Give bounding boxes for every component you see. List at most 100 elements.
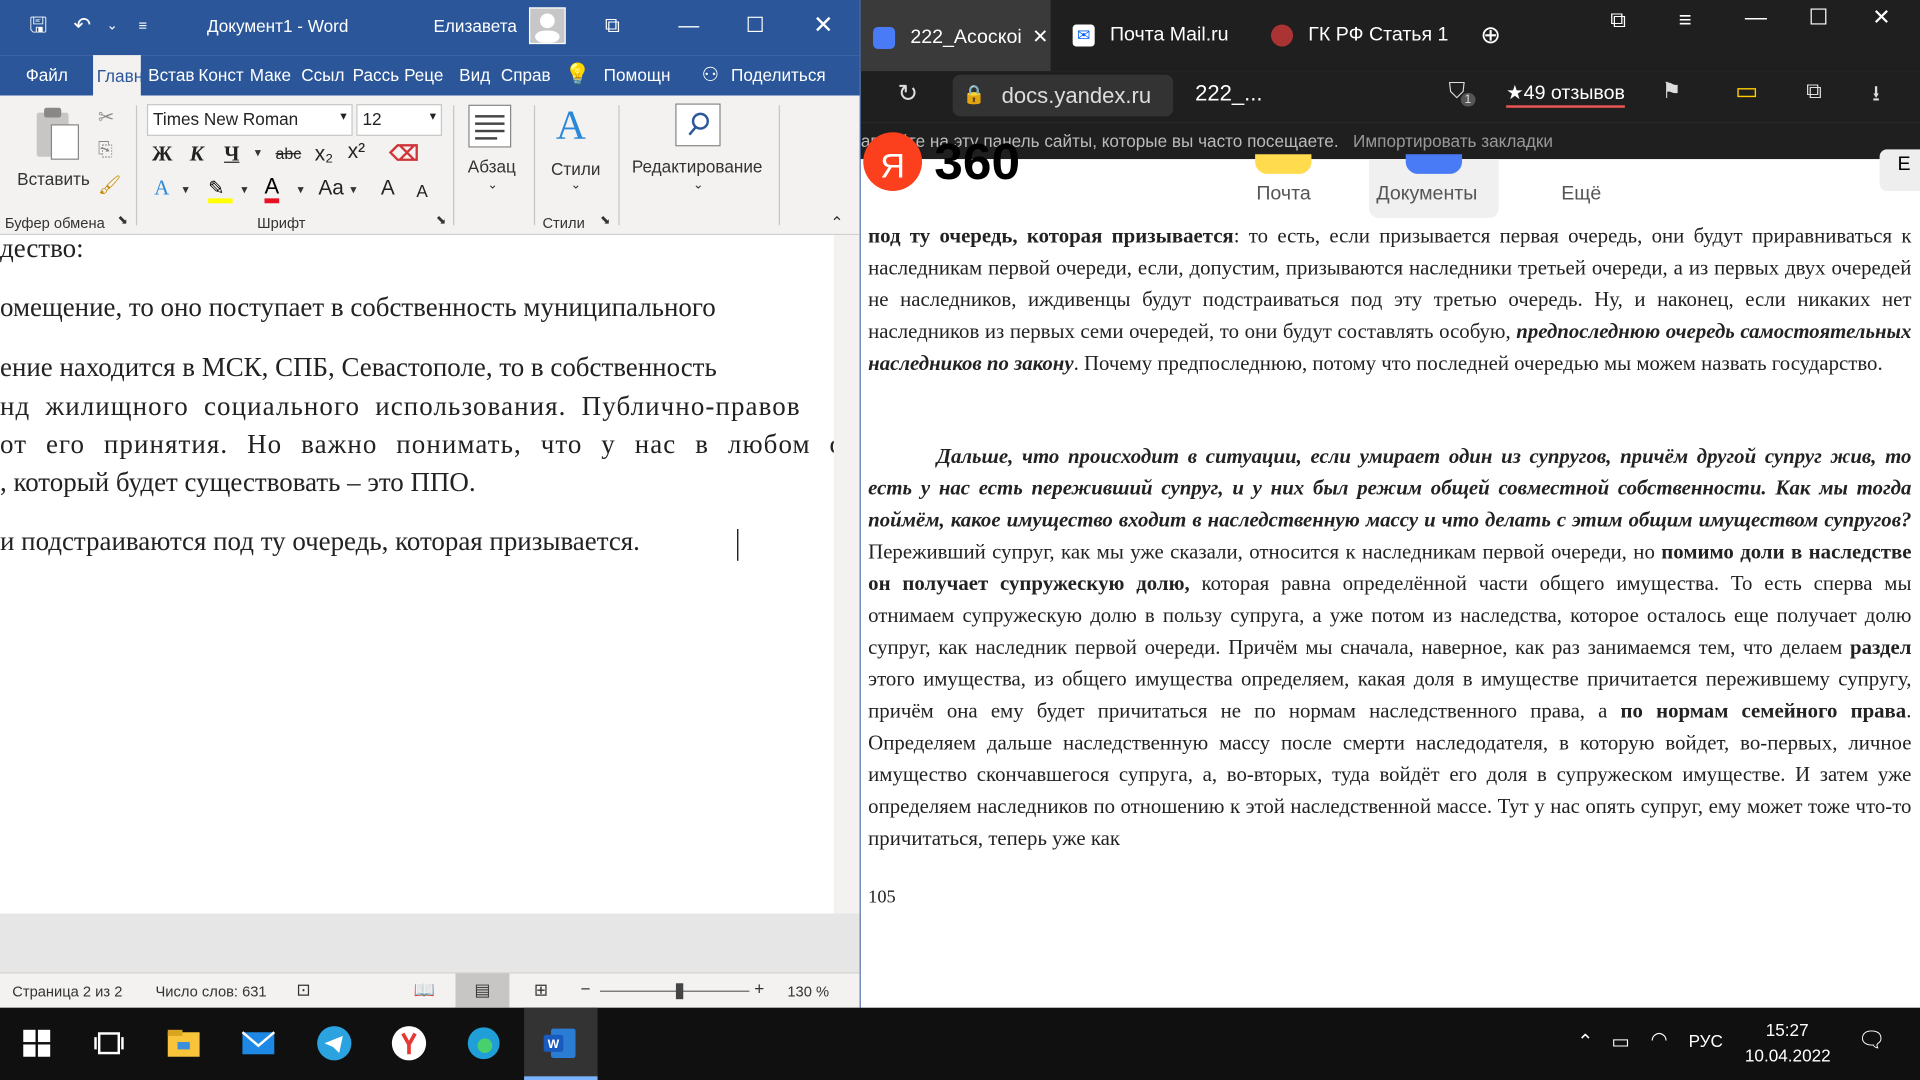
yandex-360-logo[interactable]: 360 <box>934 132 1020 191</box>
chevron-down-icon[interactable]: ▾ <box>241 184 247 197</box>
highlight-icon[interactable]: ✎ <box>208 176 233 204</box>
tab-docs[interactable]: 222_Асоскоі ✕ <box>860 0 1051 72</box>
styles-launcher-icon[interactable]: ⬊ <box>600 214 610 227</box>
maximize-icon[interactable]: ☐ <box>746 12 765 39</box>
shrink-font-button[interactable]: A <box>416 181 427 201</box>
change-case-button[interactable]: Aa <box>318 176 343 200</box>
tab-file[interactable]: Файл <box>26 65 68 85</box>
lightbulb-icon[interactable]: 💡 <box>564 62 590 86</box>
close-tab-icon[interactable]: ✕ <box>1032 27 1048 48</box>
proofing-icon[interactable]: ⊡ <box>296 980 310 1001</box>
telegram-icon[interactable] <box>316 1025 353 1062</box>
import-bookmarks-link[interactable]: Импортировать закладки <box>1353 131 1553 151</box>
tab-design[interactable]: Конст <box>198 65 243 85</box>
zoom-slider[interactable] <box>600 990 750 992</box>
tab-references[interactable]: Ссыл <box>301 65 344 85</box>
collapse-ribbon-icon[interactable]: ⌃ <box>830 213 843 233</box>
undo-icon[interactable]: ↶ <box>73 12 90 39</box>
nav-mail[interactable]: Почта <box>1256 184 1310 206</box>
font-launcher-icon[interactable]: ⬊ <box>436 214 446 227</box>
mail-icon[interactable] <box>240 1025 277 1062</box>
ribbon-display-icon[interactable]: ⧉ <box>605 12 620 39</box>
vertical-scrollbar[interactable] <box>833 235 860 914</box>
copy-icon[interactable]: ⎘ <box>98 140 113 161</box>
tab-law[interactable]: ГК РФ Статья 1 <box>1271 0 1455 71</box>
tab-review[interactable]: Реце <box>404 65 443 85</box>
collections-icon[interactable]: ⧉ <box>1610 0 1626 71</box>
notifications-icon[interactable]: 🗨 <box>1858 1027 1886 1053</box>
grow-font-button[interactable]: A <box>381 176 395 200</box>
format-painter-icon[interactable]: 🖌 <box>98 174 121 196</box>
word-count[interactable]: Число слов: 631 <box>156 983 267 1000</box>
tab-mail[interactable]: ✉ Почта Mail.ru <box>1072 0 1257 71</box>
tab-home[interactable]: Главн <box>93 55 143 96</box>
zoom-out-icon[interactable]: − <box>580 978 590 998</box>
nav-more[interactable]: Ещё <box>1561 184 1601 206</box>
zoom-level[interactable]: 130 % <box>787 983 829 1000</box>
task-view-icon[interactable] <box>91 1025 128 1062</box>
word-taskbar-button[interactable]: W <box>524 1007 598 1080</box>
superscript-button[interactable]: x² <box>348 140 365 164</box>
text-effects-icon[interactable]: A <box>154 176 169 200</box>
maximize-icon[interactable]: ☐ <box>1809 0 1829 71</box>
address-bar[interactable]: 🔒 docs.yandex.ru <box>952 74 1174 117</box>
input-language[interactable]: РУС <box>1689 1031 1723 1051</box>
battery-tray-icon[interactable]: ▭ <box>1611 1030 1630 1054</box>
cut-icon[interactable]: ✂ <box>98 105 114 129</box>
tell-me-input[interactable]: Помощн <box>604 65 671 85</box>
profile-button[interactable]: Е <box>1879 149 1920 192</box>
yandex-browser-icon[interactable] <box>391 1025 428 1062</box>
clock-date[interactable]: 10.04.2022 <box>1745 1046 1831 1066</box>
person-icon[interactable]: ⚇ <box>702 62 720 86</box>
web-layout-icon[interactable]: ⊞ <box>534 980 548 1001</box>
close-icon[interactable]: ✕ <box>1872 0 1890 71</box>
chevron-down-icon[interactable]: ▾ <box>182 184 188 197</box>
minimize-icon[interactable]: — <box>678 12 699 39</box>
clipboard-launcher-icon[interactable]: ⬊ <box>118 214 128 227</box>
reload-icon[interactable]: ↻ <box>898 78 919 109</box>
bold-button[interactable]: Ж <box>152 142 173 166</box>
document-area[interactable]: дество: омещение, то оно поступает в соб… <box>0 235 834 914</box>
extensions-icon[interactable]: ⧉ <box>1806 78 1822 104</box>
edge-icon[interactable] <box>465 1025 502 1062</box>
undo-dropdown-icon[interactable]: ⌄ <box>107 12 118 39</box>
tab-view[interactable]: Вид <box>459 65 490 85</box>
print-layout-icon[interactable]: ▤ <box>455 973 510 1008</box>
battery-icon[interactable]: ▭ <box>1735 76 1758 107</box>
font-size-select[interactable]: 12 ▾ <box>356 104 443 136</box>
tab-mailings[interactable]: Рассь <box>353 65 399 85</box>
start-icon[interactable] <box>18 1025 55 1062</box>
close-icon[interactable]: ✕ <box>813 12 834 39</box>
file-explorer-icon[interactable] <box>165 1025 202 1062</box>
share-button[interactable]: Поделиться <box>731 65 826 85</box>
zoom-in-icon[interactable]: + <box>754 978 764 998</box>
save-icon[interactable]: 🖫 <box>29 12 47 39</box>
font-name-select[interactable]: Times New Roman ▾ <box>146 104 353 136</box>
reviews-badge[interactable]: ★49 отзывов <box>1506 81 1625 108</box>
chevron-down-icon[interactable]: ▾ <box>350 184 356 197</box>
tab-insert[interactable]: Встав <box>148 65 194 85</box>
download-icon[interactable]: ⭳ <box>1872 78 1880 115</box>
document-viewer[interactable]: под ту очередь, которая призывается: то … <box>860 217 1920 1008</box>
subscript-button[interactable]: x₂ <box>315 142 334 166</box>
page-count[interactable]: Страница 2 из 2 <box>12 983 122 1000</box>
zoom-slider-thumb[interactable] <box>675 983 684 1000</box>
yandex-logo[interactable]: Я <box>863 132 923 192</box>
paragraph-button[interactable]: Абзац ⌄ <box>463 103 524 201</box>
underline-dropdown-icon[interactable]: ▾ <box>255 147 261 160</box>
address-path[interactable]: 222_... <box>1195 81 1262 107</box>
read-mode-icon[interactable]: 📖 <box>414 980 435 1001</box>
tray-chevron-icon[interactable]: ⌃ <box>1577 1030 1593 1054</box>
styles-button[interactable]: A Стили ⌄ <box>546 103 607 201</box>
clock-time[interactable]: 15:27 <box>1766 1020 1809 1040</box>
chevron-down-icon[interactable]: ▾ <box>298 184 304 197</box>
customize-qat-icon[interactable]: ≡ <box>138 12 147 39</box>
underline-button[interactable]: Ч <box>224 142 239 166</box>
new-tab-icon[interactable]: ⊕ <box>1480 0 1501 71</box>
user-name[interactable]: Елизавета <box>433 16 516 36</box>
tab-layout[interactable]: Маке <box>250 65 291 85</box>
editing-button[interactable]: Редактирование ⌄ <box>629 103 771 201</box>
font-color-icon[interactable]: A <box>264 174 280 204</box>
tab-help[interactable]: Справ <box>501 65 551 85</box>
italic-button[interactable]: К <box>190 142 204 166</box>
